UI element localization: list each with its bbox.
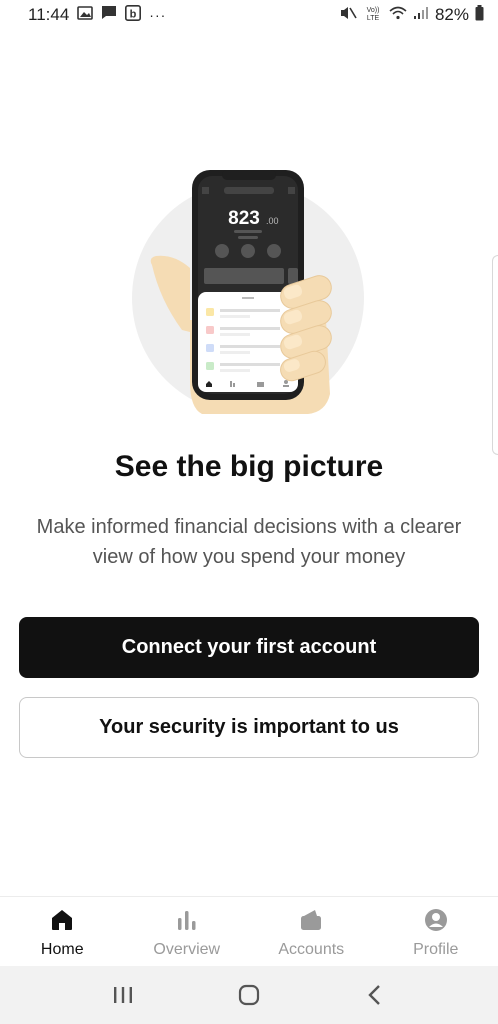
status-bar: 11:44 b ··· Vo)) LTE 82%	[0, 0, 498, 30]
battery-percent: 82%	[434, 5, 469, 24]
profile-icon	[423, 907, 449, 933]
image-notification-icon	[77, 5, 94, 25]
volte-icon: Vo)) LTE	[363, 4, 383, 27]
back-chevron-icon	[368, 985, 380, 1005]
more-notifications-icon: ···	[149, 7, 167, 23]
hero-illustration: 823 .00	[130, 150, 370, 430]
status-time: 11:44	[28, 5, 70, 24]
b-app-notification-icon: b	[125, 4, 142, 26]
bottom-nav: Home Overview Accounts Profile	[0, 896, 498, 966]
back-button[interactable]	[355, 975, 395, 1015]
wifi-icon	[389, 5, 407, 25]
nav-item-home[interactable]: Home	[0, 897, 125, 966]
system-nav-bar	[0, 966, 498, 1024]
page-subtitle: Make informed financial decisions with a…	[36, 516, 462, 568]
connect-first-account-button[interactable]: Connect your first account	[19, 617, 479, 678]
home-system-button[interactable]	[229, 975, 269, 1015]
illustration-balance: 823	[228, 208, 260, 229]
wallet-icon	[298, 907, 324, 933]
battery-icon	[475, 4, 484, 26]
edge-panel-handle[interactable]	[492, 255, 498, 455]
svg-text:b: b	[130, 8, 137, 20]
mute-icon	[339, 5, 357, 26]
nav-item-overview[interactable]: Overview	[125, 897, 250, 966]
page-title: See the big picture	[114, 450, 384, 483]
security-info-button[interactable]: Your security is important to us	[19, 697, 479, 758]
bar-chart-icon	[174, 907, 200, 933]
svg-text:LTE: LTE	[367, 15, 380, 22]
nav-label-profile: Profile	[413, 941, 459, 958]
nav-label-accounts: Accounts	[278, 941, 345, 958]
svg-text:Vo)): Vo))	[367, 7, 380, 14]
status-left: 11:44 b ···	[28, 4, 167, 26]
recent-apps-icon	[114, 987, 132, 1003]
phone-in-hand-illustration: 823 .00	[132, 170, 364, 414]
illustration-balance-cents: .00	[266, 216, 279, 226]
nav-item-accounts[interactable]: Accounts	[249, 897, 374, 966]
home-icon	[49, 907, 75, 933]
nav-label-home: Home	[40, 941, 84, 958]
status-right: Vo)) LTE 82%	[339, 4, 484, 27]
nav-label-overview: Overview	[153, 941, 221, 958]
phone-notch	[222, 170, 276, 180]
signal-icon	[413, 5, 429, 25]
home-circle-icon	[238, 984, 260, 1006]
nav-item-profile[interactable]: Profile	[374, 897, 498, 966]
recent-apps-button[interactable]	[103, 975, 143, 1015]
message-notification-icon	[101, 5, 117, 25]
